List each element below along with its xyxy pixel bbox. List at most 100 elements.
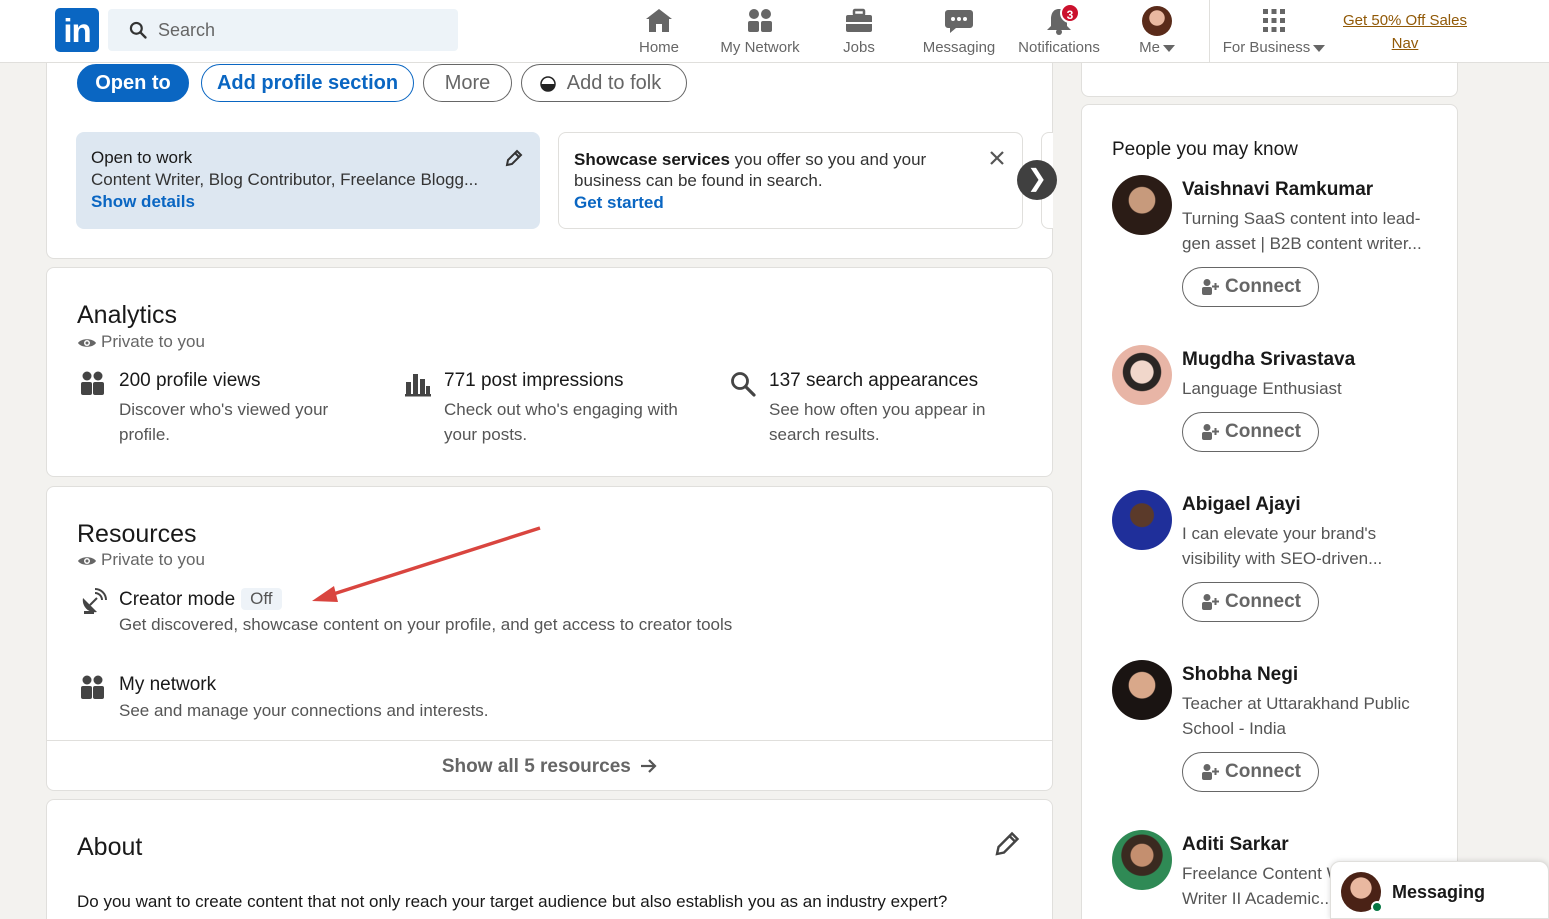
messaging-overlay-bar[interactable]: Messaging [1330, 861, 1549, 919]
connect-button[interactable]: Connect [1182, 582, 1319, 622]
bar-chart-icon [405, 374, 431, 397]
add-to-folk-button[interactable]: Add to folk [521, 64, 687, 102]
annotation-arrow [312, 526, 541, 602]
premium-promo-link[interactable]: Get 50% Off Sales Nav [1330, 9, 1480, 55]
promo-line-1: Get 50% Off Sales [1343, 12, 1467, 29]
person-suggestion: Mugdha Srivastava Language Enthusiast Co… [1112, 345, 1442, 465]
people-icon [81, 675, 104, 699]
analytics-card: Analytics Private to you 200 profile vie… [46, 267, 1053, 477]
add-to-folk-label: Add to folk [566, 72, 662, 94]
creator-mode-status-badge: Off [241, 588, 282, 610]
avatar[interactable] [1112, 660, 1172, 720]
person-suggestion: Shobha Negi Teacher at Uttarakhand Publi… [1112, 660, 1442, 800]
nav-for-business[interactable]: For Business [1222, 6, 1326, 58]
open-to-button[interactable]: Open to [77, 64, 189, 102]
more-button[interactable]: More [423, 64, 512, 102]
connect-label: Connect [1225, 761, 1301, 782]
satellite-dish-icon [82, 588, 107, 614]
open-to-work-title: Open to work [91, 148, 193, 167]
me-avatar [1142, 6, 1172, 36]
connect-button[interactable]: Connect [1182, 412, 1319, 452]
person-headline: Teacher at Uttarakhand Public School - I… [1182, 694, 1410, 738]
person-suggestion: Abigael Ajayi I can elevate your brand's… [1112, 490, 1442, 630]
promo-line-2: Nav [1391, 35, 1419, 52]
metric-desc: Discover who's viewed your profile. [119, 400, 329, 444]
notifications-badge: 3 [1060, 3, 1080, 23]
resources-title: Resources [77, 520, 197, 548]
pymk-title: People you may know [1112, 139, 1298, 160]
show-details-link[interactable]: Show details [91, 192, 525, 212]
open-to-work-roles: Content Writer, Blog Contributor, Freela… [91, 170, 479, 189]
chat-icon [945, 10, 973, 33]
get-started-link[interactable]: Get started [574, 193, 1007, 213]
about-text: Do you want to create content that not o… [77, 892, 948, 911]
person-headline: Turning SaaS content into lead-gen asset… [1182, 209, 1422, 253]
eye-icon [78, 338, 96, 347]
arrow-right-icon [641, 759, 657, 773]
chevron-right-icon[interactable]: ❯ [1017, 160, 1057, 200]
search-icon [731, 372, 756, 397]
connect-label: Connect [1225, 276, 1301, 297]
nav-for-business-label: For Business [1222, 39, 1311, 56]
add-person-icon [1202, 764, 1219, 780]
nav-divider [1209, 0, 1210, 63]
person-headline: I can elevate your brand's visibility wi… [1182, 524, 1383, 568]
add-person-icon [1202, 279, 1219, 295]
linkedin-logo[interactable]: in [55, 8, 99, 52]
chevron-down-icon [1162, 44, 1175, 52]
search-icon [129, 21, 147, 39]
nav-messaging[interactable]: Messaging [918, 6, 1000, 58]
briefcase-icon [846, 8, 872, 32]
nav-my-network[interactable]: My Network [714, 6, 806, 58]
close-icon[interactable] [988, 149, 1006, 167]
avatar[interactable] [1112, 830, 1172, 890]
pencil-icon[interactable] [504, 148, 524, 168]
metric-title: 137 search appearances [769, 370, 979, 391]
search-box[interactable] [108, 9, 458, 51]
showcase-services-card: Showcase services you offer so you and y… [558, 132, 1023, 229]
add-person-icon [1202, 594, 1219, 610]
connect-button[interactable]: Connect [1182, 267, 1319, 307]
show-all-resources-label: Show all 5 resources [441, 756, 631, 777]
creator-mode-desc: Get discovered, showcase content on your… [119, 615, 733, 634]
resources-privacy-label: Private to you [101, 550, 205, 569]
global-nav: in Home My Network Jobs Messaging 3 Noti… [0, 0, 1549, 63]
search-input[interactable] [158, 9, 448, 51]
nav-notifications[interactable]: 3 Notifications [1012, 3, 1106, 58]
avatar[interactable] [1112, 345, 1172, 405]
analytics-title: Analytics [77, 301, 178, 329]
person-name[interactable]: Abigael Ajayi [1182, 494, 1301, 516]
nav-jobs-label: Jobs [843, 39, 875, 56]
online-status-indicator [1371, 901, 1383, 913]
home-icon [646, 9, 672, 32]
open-to-work-card[interactable]: Open to work Content Writer, Blog Contri… [76, 132, 540, 229]
connect-button[interactable]: Connect [1182, 752, 1319, 792]
avatar[interactable] [1112, 175, 1172, 235]
analytics-privacy-label: Private to you [101, 332, 205, 351]
people-icon [748, 9, 772, 32]
showcase-bold: Showcase services [574, 150, 730, 169]
nav-messaging-label: Messaging [922, 39, 996, 56]
show-all-resources-button[interactable]: Show all 5 resources [47, 740, 1053, 791]
resource-my-network[interactable]: My network See and manage your connectio… [79, 674, 579, 729]
people-icon [81, 371, 104, 395]
pencil-icon[interactable] [993, 830, 1021, 858]
person-name[interactable]: Shobha Negi [1182, 664, 1298, 686]
person-name[interactable]: Vaishnavi Ramkumar [1182, 179, 1373, 201]
connect-label: Connect [1225, 421, 1301, 442]
nav-home-label: Home [638, 39, 679, 56]
person-name[interactable]: Mugdha Srivastava [1182, 349, 1355, 371]
nav-jobs[interactable]: Jobs [836, 6, 882, 58]
nav-me[interactable]: Me [1134, 6, 1180, 58]
person-name[interactable]: Aditi Sarkar [1182, 834, 1289, 856]
nav-home[interactable]: Home [630, 6, 688, 58]
nav-me-label: Me [1139, 39, 1160, 56]
metric-title: 200 profile views [119, 370, 261, 391]
chevron-down-icon [1313, 44, 1326, 52]
resources-privacy: Private to you [77, 550, 205, 570]
add-person-icon [1202, 424, 1219, 440]
add-profile-section-button[interactable]: Add profile section [201, 64, 414, 102]
nav-notifications-label: Notifications [1018, 39, 1100, 56]
eye-icon [78, 556, 96, 565]
avatar[interactable] [1112, 490, 1172, 550]
